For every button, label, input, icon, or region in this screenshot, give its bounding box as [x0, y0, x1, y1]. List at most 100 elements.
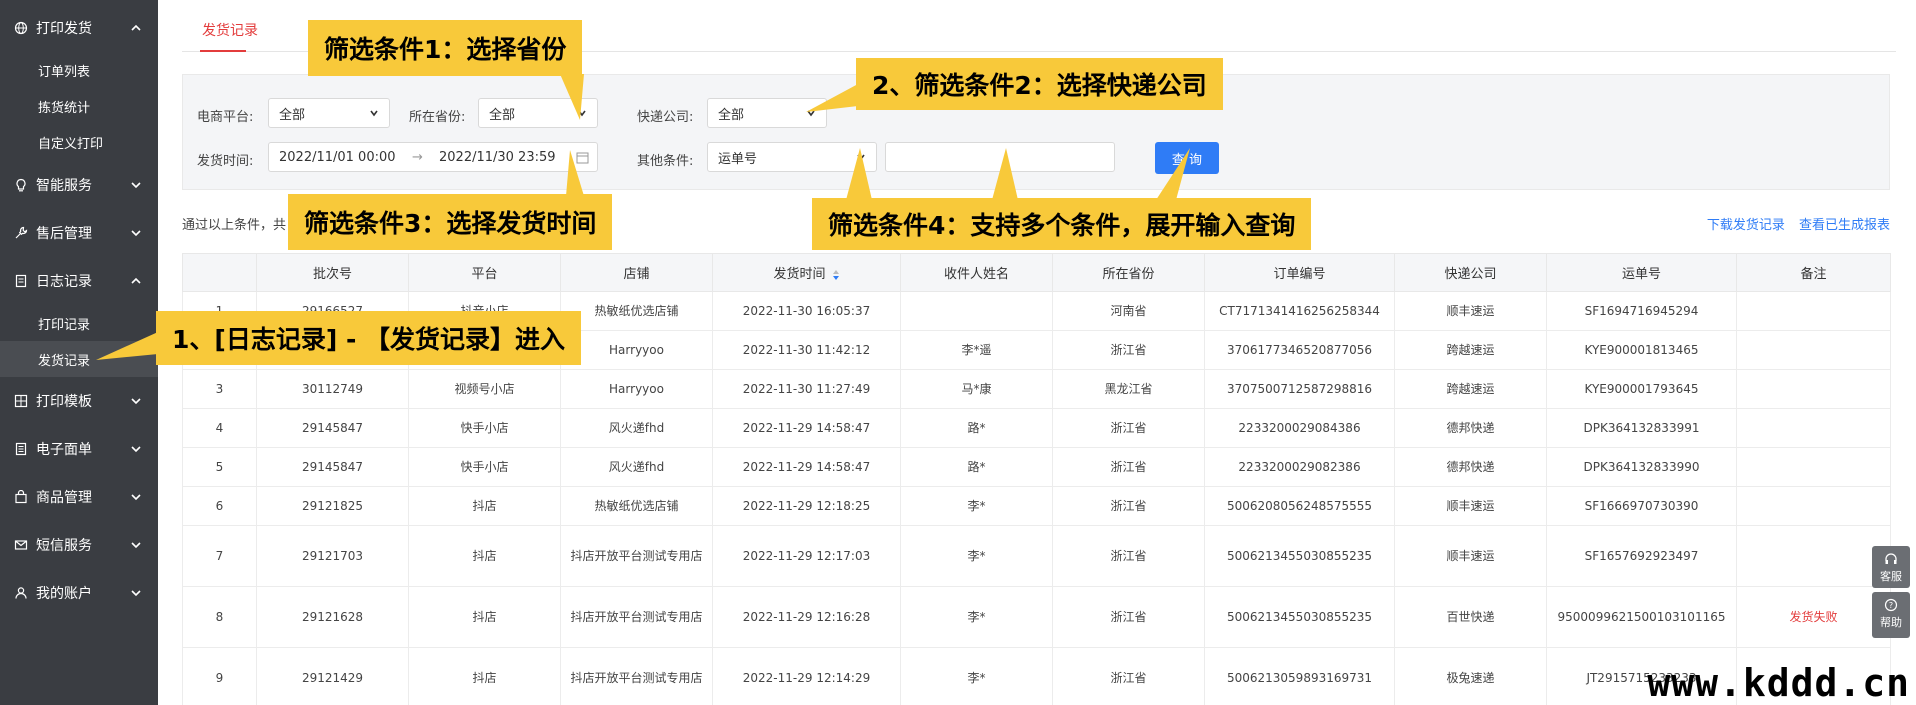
cell-recipient: 李*	[900, 486, 1053, 526]
cell-shop: Harryyoo	[560, 330, 713, 370]
cell-recipient: 李*	[900, 525, 1053, 587]
cell-recipient: 路*	[900, 408, 1053, 448]
sidebar-group-label: 打印模板	[36, 394, 92, 410]
report-links: 下载发货记录 查看已生成报表	[1697, 214, 1890, 233]
cell-province: 浙江省	[1052, 525, 1205, 587]
sidebar-group-sms[interactable]: 短信服务	[0, 521, 158, 569]
express-label: 快递公司:	[637, 110, 694, 125]
chevron-down-icon	[131, 398, 141, 405]
chevron-down-icon	[131, 590, 141, 597]
doc-icon	[14, 274, 28, 288]
sidebar-group-print[interactable]: 打印发货	[0, 4, 158, 52]
sidebar-item-label: 发货记录	[38, 353, 91, 369]
sidebar-group-log[interactable]: 日志记录	[0, 257, 158, 305]
sidebar-group-aftersale[interactable]: 售后管理	[0, 209, 158, 257]
cell-index: 9	[182, 647, 257, 705]
cell-ship-time: 2022-11-29 12:14:29	[712, 647, 901, 705]
cell-index: 8	[182, 586, 257, 648]
time-range-picker[interactable]: 2022/11/01 00:00 → 2022/11/30 23:59	[268, 142, 598, 172]
col-express: 快递公司	[1394, 253, 1547, 292]
summary-text: 通过以上条件，共	[182, 218, 287, 233]
cell-ship-time: 2022-11-29 12:17:03	[712, 525, 901, 587]
cell-shop: 抖店开放平台测试专用店	[560, 586, 713, 648]
sidebar-group-account[interactable]: 我的账户	[0, 569, 158, 617]
callout-pointer	[846, 148, 1190, 200]
col-remark: 备注	[1736, 253, 1891, 292]
cell-waybill: SF1694716945294	[1546, 291, 1737, 331]
sidebar-item-picking-stats[interactable]: 拣货统计	[0, 88, 158, 124]
cell-batch: 29121703	[256, 525, 409, 587]
chevron-up-icon	[131, 277, 141, 284]
bulb-icon	[14, 178, 28, 192]
cell-order-no: 5006213059893169731	[1204, 647, 1395, 705]
download-records-link[interactable]: 下载发货记录	[1707, 218, 1785, 233]
callout-ship-time: 筛选条件3：选择发货时间	[288, 194, 613, 250]
other-label: 其他条件:	[637, 154, 694, 169]
col-ship-time[interactable]: 发货时间	[712, 253, 901, 292]
cell-shop: 风火递fhd	[560, 447, 713, 487]
waybill-icon	[14, 442, 28, 456]
sidebar-group-label: 电子面单	[36, 442, 92, 458]
table-row: 9 29121429 抖店 抖店开放平台测试专用店 2022-11-29 12:14:2…	[182, 647, 1891, 705]
cell-express: 跨越速运	[1394, 369, 1547, 409]
customer-service-label: 客服	[1880, 570, 1902, 583]
cell-remark	[1736, 369, 1891, 409]
col-waybill: 运单号	[1546, 253, 1737, 292]
table-row: 3 30112749 视频号小店 Harryyoo 2022-11-30 11:27:4…	[182, 369, 1891, 409]
chevron-down-icon	[131, 494, 141, 501]
sidebar-item-custom-print[interactable]: 自定义打印	[0, 124, 158, 160]
cell-index: 5	[182, 447, 257, 487]
other-condition-value: 运单号	[718, 151, 758, 167]
platform-label: 电商平台:	[197, 110, 254, 125]
cell-express: 顺丰速运	[1394, 486, 1547, 526]
table-row: 6 29121825 抖店 热敏纸优选店铺 2022-11-29 12:18:25 李* 浙…	[182, 486, 1891, 526]
cell-order-no: 5006213455030855235	[1204, 586, 1395, 648]
platform-select[interactable]: 全部	[268, 98, 390, 128]
cell-batch: 29121429	[256, 647, 409, 705]
cell-remark	[1736, 486, 1891, 526]
col-shop: 店铺	[560, 253, 713, 292]
help-button[interactable]: ? 帮助	[1872, 592, 1910, 638]
province-label: 所在省份:	[409, 110, 466, 125]
sidebar-item-label: 自定义打印	[38, 136, 104, 152]
cell-remark	[1736, 408, 1891, 448]
chevron-down-icon	[131, 182, 141, 189]
question-icon: ?	[1884, 598, 1898, 612]
cell-waybill: DPK364132833990	[1546, 447, 1737, 487]
sidebar-group-smart[interactable]: 智能服务	[0, 161, 158, 209]
cell-shop: 风火递fhd	[560, 408, 713, 448]
cell-index: 7	[182, 525, 257, 587]
site-watermark: www.kddd.cn	[1647, 661, 1910, 705]
view-reports-link[interactable]: 查看已生成报表	[1799, 218, 1890, 233]
platform-value: 全部	[279, 107, 306, 123]
chevron-down-icon	[131, 446, 141, 453]
callout-pointer	[96, 332, 158, 360]
cell-recipient: 李*	[900, 586, 1053, 648]
col-recipient: 收件人姓名	[900, 253, 1053, 292]
cell-shop: 抖店开放平台测试专用店	[560, 525, 713, 587]
cell-ship-time: 2022-11-29 14:58:47	[712, 447, 901, 487]
sidebar-group-waybill[interactable]: 电子面单	[0, 425, 158, 473]
cell-platform: 视频号小店	[408, 369, 561, 409]
cell-remark: 发货失败	[1736, 586, 1891, 648]
cell-order-no: 5006208056248575555	[1204, 486, 1395, 526]
bag-icon	[14, 490, 28, 504]
sidebar-item-order-list[interactable]: 订单列表	[0, 52, 158, 88]
sidebar-group-label: 商品管理	[36, 490, 92, 506]
cell-waybill: KYE900001813465	[1546, 330, 1737, 370]
sidebar-group-label: 售后管理	[36, 226, 92, 242]
sort-icon[interactable]	[832, 269, 840, 281]
cell-province: 浙江省	[1052, 330, 1205, 370]
customer-service-button[interactable]: 客服	[1872, 546, 1910, 588]
tab-ship-log[interactable]: 发货记录	[202, 20, 258, 40]
col-index	[182, 253, 257, 292]
cell-order-no: 3707500712587298816	[1204, 369, 1395, 409]
callout-pointer	[806, 84, 858, 112]
col-platform: 平台	[408, 253, 561, 292]
cell-recipient: 路*	[900, 447, 1053, 487]
table-row: 5 29145847 快手小店 风火递fhd 2022-11-29 14:58:47 路*…	[182, 447, 1891, 487]
cell-province: 浙江省	[1052, 647, 1205, 705]
col-province: 所在省份	[1052, 253, 1205, 292]
sidebar-group-template[interactable]: 打印模板	[0, 377, 158, 425]
sidebar-group-goods[interactable]: 商品管理	[0, 473, 158, 521]
